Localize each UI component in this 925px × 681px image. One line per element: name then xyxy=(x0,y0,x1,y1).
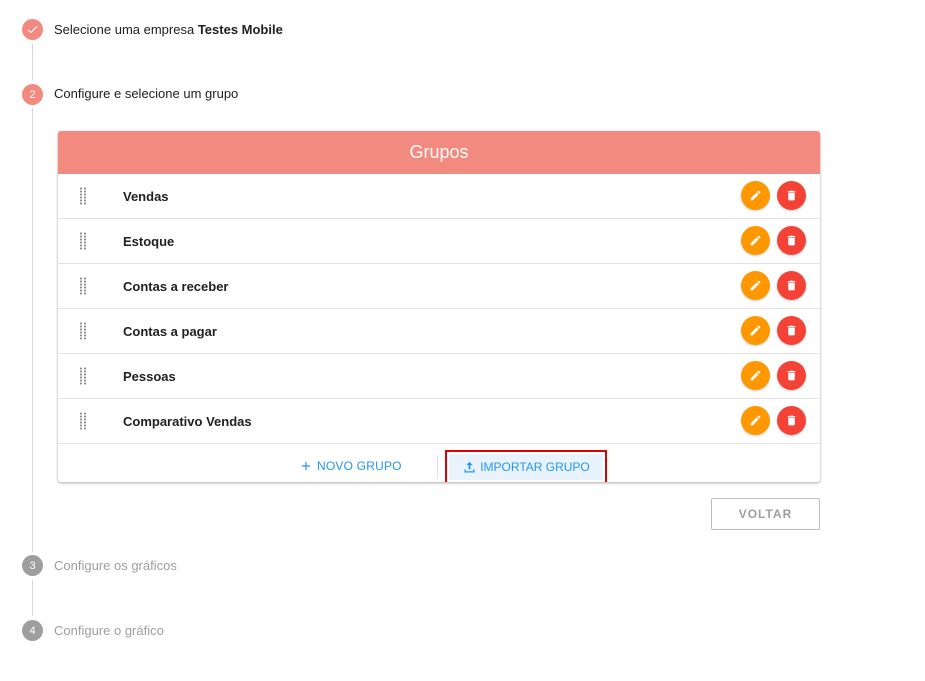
table-row[interactable]: Contas a pagar xyxy=(58,309,820,354)
group-name: Contas a pagar xyxy=(123,323,217,339)
delete-button[interactable] xyxy=(777,271,806,300)
groups-card-footer: NOVO GRUPO IMPORTAR GRUPO xyxy=(58,444,820,482)
group-name: Contas a receber xyxy=(123,278,229,294)
stepper-connector-2 xyxy=(32,108,33,552)
delete-button[interactable] xyxy=(777,181,806,210)
table-row[interactable]: Comparativo Vendas xyxy=(58,399,820,444)
new-group-button[interactable]: NOVO GRUPO xyxy=(299,453,402,479)
stepper-connector-3 xyxy=(32,580,33,616)
trash-icon xyxy=(787,190,796,201)
back-button[interactable]: VOLTAR xyxy=(711,498,820,530)
step-4-label: Configure o gráfico xyxy=(54,623,164,638)
groups-card: Grupos Vendas Estoque Contas a receber C… xyxy=(58,131,820,482)
drag-handle-icon[interactable] xyxy=(79,322,87,340)
pencil-icon xyxy=(750,325,761,336)
table-row[interactable]: Pessoas xyxy=(58,354,820,399)
step-4-indicator: 4 xyxy=(22,620,43,641)
delete-button[interactable] xyxy=(777,316,806,345)
step-1-label[interactable]: Selecione uma empresa Testes Mobile xyxy=(54,22,283,38)
upload-icon xyxy=(464,461,475,472)
footer-divider xyxy=(437,455,438,479)
edit-button[interactable] xyxy=(741,271,770,300)
selected-company: Testes Mobile xyxy=(197,22,283,37)
groups-card-title: Grupos xyxy=(409,142,469,162)
delete-button[interactable] xyxy=(777,226,806,255)
new-group-label: NOVO GRUPO xyxy=(317,459,402,473)
groups-card-header: Grupos xyxy=(58,131,820,174)
step-1-indicator xyxy=(22,19,43,40)
step-3-indicator: 3 xyxy=(22,555,43,576)
table-row[interactable]: Vendas xyxy=(58,174,820,219)
trash-icon xyxy=(787,415,796,426)
group-name: Pessoas xyxy=(123,368,176,384)
step-2-label: Configure e selecione um grupo xyxy=(54,86,239,101)
group-name: Estoque xyxy=(123,233,175,249)
import-group-highlight: IMPORTAR GRUPO xyxy=(445,450,607,482)
trash-icon xyxy=(787,370,796,381)
drag-handle-icon[interactable] xyxy=(79,412,87,430)
plus-icon xyxy=(301,461,311,471)
import-group-label: IMPORTAR GRUPO xyxy=(480,460,590,474)
edit-button[interactable] xyxy=(741,226,770,255)
group-name: Comparativo Vendas xyxy=(123,413,252,429)
pencil-icon xyxy=(750,190,761,201)
table-row[interactable]: Contas a receber xyxy=(58,264,820,309)
pencil-icon xyxy=(750,370,761,381)
step-2-indicator: 2 xyxy=(22,84,43,105)
drag-handle-icon[interactable] xyxy=(79,187,87,205)
import-group-button[interactable]: IMPORTAR GRUPO xyxy=(449,454,603,480)
trash-icon xyxy=(787,325,796,336)
trash-icon xyxy=(787,235,796,246)
drag-handle-icon[interactable] xyxy=(79,367,87,385)
edit-button[interactable] xyxy=(741,406,770,435)
back-button-label: VOLTAR xyxy=(738,507,793,521)
delete-button[interactable] xyxy=(777,361,806,390)
delete-button[interactable] xyxy=(777,406,806,435)
drag-handle-icon[interactable] xyxy=(79,232,87,250)
pencil-icon xyxy=(750,280,761,291)
table-row[interactable]: Estoque xyxy=(58,219,820,264)
group-name: Vendas xyxy=(123,188,169,204)
trash-icon xyxy=(787,280,796,291)
edit-button[interactable] xyxy=(741,316,770,345)
edit-button[interactable] xyxy=(741,181,770,210)
pencil-icon xyxy=(750,415,761,426)
stepper-connector-1 xyxy=(32,44,33,80)
step-3-label: Configure os gráficos xyxy=(54,558,177,573)
edit-button[interactable] xyxy=(741,361,770,390)
drag-handle-icon[interactable] xyxy=(79,277,87,295)
pencil-icon xyxy=(750,235,761,246)
check-icon xyxy=(27,26,38,34)
